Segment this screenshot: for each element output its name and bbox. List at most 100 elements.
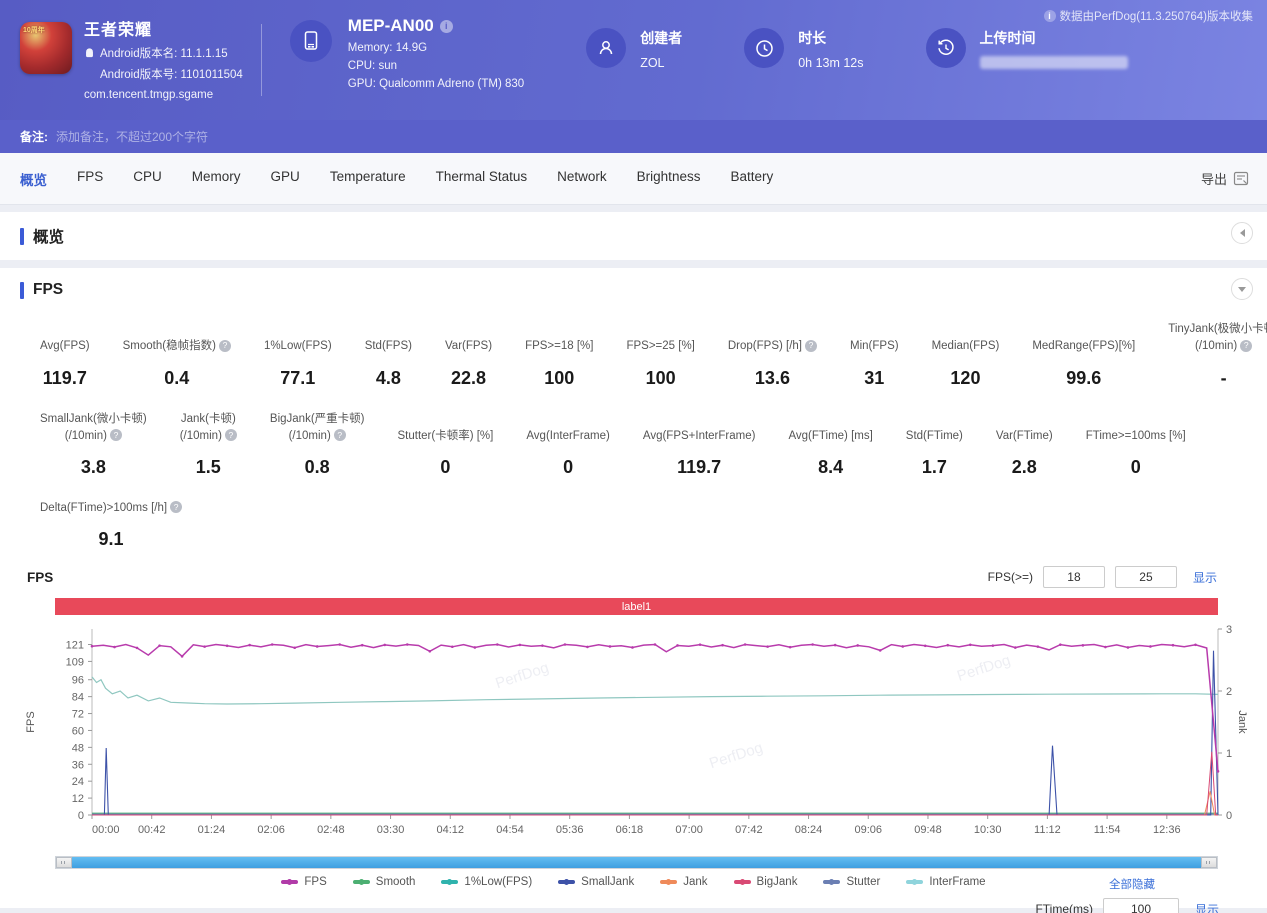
legend-item-InterFrame[interactable]: InterFrame: [906, 876, 985, 888]
tab-CPU[interactable]: CPU: [133, 169, 162, 189]
metric-value: 100: [646, 368, 676, 389]
help-icon[interactable]: ?: [1240, 340, 1252, 352]
svg-text:48: 48: [72, 743, 84, 755]
legend-label: FPS: [304, 876, 326, 888]
svg-text:72: 72: [72, 709, 84, 721]
help-icon[interactable]: ?: [219, 340, 231, 352]
metric: MedRange(FPS)[%]99.6: [1032, 338, 1135, 388]
tab-FPS[interactable]: FPS: [77, 169, 103, 189]
fps-metrics-row1: Avg(FPS)119.7Smooth(稳帧指数)?0.41%Low(FPS)7…: [0, 305, 1267, 389]
help-icon[interactable]: ?: [110, 429, 122, 441]
metric-value: 119.7: [677, 457, 721, 478]
android-icon: [84, 48, 95, 59]
metric-label: Median(FPS): [932, 338, 1000, 355]
svg-text:0: 0: [1226, 810, 1232, 822]
legend-item-BigJank[interactable]: BigJank: [734, 876, 798, 888]
tab-GPU[interactable]: GPU: [271, 169, 300, 189]
fps-threshold-input-1[interactable]: [1043, 566, 1105, 588]
svg-text:Jank: Jank: [1236, 711, 1247, 735]
metric-value: 77.1: [280, 368, 315, 389]
scrollbar-left-handle[interactable]: [56, 857, 72, 868]
tab-概览[interactable]: 概览: [20, 169, 47, 189]
metric-label: SmallJank(微小卡顿)(/10min)?: [40, 411, 147, 446]
app-badge: 10周年: [23, 25, 45, 35]
metric-label: Avg(InterFrame): [526, 428, 610, 445]
scrollbar-right-handle[interactable]: [1201, 857, 1217, 868]
legend-item-Jank[interactable]: Jank: [660, 876, 707, 888]
info-icon: i: [1044, 10, 1056, 22]
phone-icon: [290, 20, 332, 62]
metric-label: BigJank(严重卡顿)(/10min)?: [270, 411, 365, 446]
duration-clock-icon: [744, 28, 784, 68]
help-icon[interactable]: ?: [805, 340, 817, 352]
export-button[interactable]: 导出: [1201, 169, 1249, 188]
metric: Jank(卡顿)(/10min)?1.5: [180, 411, 237, 479]
tab-Memory[interactable]: Memory: [192, 169, 241, 189]
legend-item-1%Low(FPS)[interactable]: 1%Low(FPS): [441, 876, 532, 888]
legend-item-FPS[interactable]: FPS: [281, 876, 326, 888]
report-header: 10周年 王者荣耀 Android版本名: 11.1.1.15 Android版…: [0, 0, 1267, 120]
svg-text:07:00: 07:00: [675, 824, 703, 836]
hide-all-link[interactable]: 全部隐藏: [1109, 876, 1155, 892]
svg-text:11:54: 11:54: [1094, 824, 1121, 836]
creator-label: 创建者: [640, 28, 682, 48]
section-nav: 概览 FPS CPU Memory GPU Temperature Thermal Stat…: [0, 153, 1267, 205]
tab-Thermal Status[interactable]: Thermal Status: [436, 169, 528, 189]
svg-text:09:48: 09:48: [914, 824, 942, 836]
metric: 1%Low(FPS) 77.1: [264, 338, 332, 388]
legend-item-Smooth[interactable]: Smooth: [353, 876, 416, 888]
legend-label: Jank: [683, 876, 707, 888]
device-info-icon[interactable]: i: [440, 20, 453, 33]
metric: BigJank(严重卡顿)(/10min)?0.8: [270, 411, 365, 479]
fps-show-link[interactable]: 显示: [1193, 569, 1217, 586]
legend-label: SmallJank: [581, 876, 634, 888]
svg-text:09:06: 09:06: [854, 824, 882, 836]
tab-Temperature[interactable]: Temperature: [330, 169, 406, 189]
legend-item-SmallJank[interactable]: SmallJank: [558, 876, 634, 888]
metric-label: Avg(FTime) [ms]: [788, 428, 872, 445]
legend-swatch: [660, 880, 677, 884]
ftime-input[interactable]: [1103, 898, 1179, 913]
ftime-show-link[interactable]: 显示: [1195, 901, 1219, 913]
tab-Network[interactable]: Network: [557, 169, 607, 189]
svg-text:04:54: 04:54: [496, 824, 524, 836]
legend-swatch: [353, 880, 370, 884]
help-icon[interactable]: ?: [225, 429, 237, 441]
metric: Median(FPS)120: [932, 338, 1000, 388]
metric-label: MedRange(FPS)[%]: [1032, 338, 1135, 355]
creator-value: ZOL: [640, 56, 682, 70]
overview-section-title: 概览: [33, 225, 64, 247]
metric-value: 0: [440, 457, 450, 478]
metric-value: 1.5: [196, 457, 221, 478]
scrollbar-track[interactable]: [72, 857, 1201, 868]
fps-section-title: FPS: [33, 281, 63, 299]
svg-text:01:24: 01:24: [198, 824, 226, 836]
legend-swatch: [558, 880, 575, 884]
metric-value: 22.8: [451, 368, 486, 389]
metric-label: Avg(FPS): [40, 338, 90, 355]
fps-threshold-input-2[interactable]: [1115, 566, 1177, 588]
chevron-down-icon: [1238, 287, 1246, 292]
metric: SmallJank(微小卡顿)(/10min)?3.8: [40, 411, 147, 479]
chart-range-scrollbar[interactable]: [55, 856, 1218, 869]
metric-value: 1.7: [922, 457, 947, 478]
overview-collapse-button[interactable]: [1231, 222, 1253, 244]
metric-label: 1%Low(FPS): [264, 338, 332, 355]
tab-Brightness[interactable]: Brightness: [637, 169, 701, 189]
legend-item-Stutter[interactable]: Stutter: [823, 876, 880, 888]
export-label: 导出: [1201, 169, 1227, 188]
legend-label: BigJank: [757, 876, 798, 888]
help-icon[interactable]: ?: [170, 501, 182, 513]
tab-Battery[interactable]: Battery: [730, 169, 773, 189]
fps-chart[interactable]: PerfDogPerfDogPerfDog0122436486072849610…: [20, 617, 1247, 854]
help-icon[interactable]: ?: [334, 429, 346, 441]
device-cpu: CPU: sun: [348, 60, 524, 72]
metric: FPS>=18 [%]100: [525, 338, 593, 388]
metric: Smooth(稳帧指数)?0.4: [123, 338, 231, 388]
metric: Min(FPS)31: [850, 338, 899, 388]
remark-bar[interactable]: 备注: 添加备注，不超过200个字符: [0, 120, 1267, 153]
svg-text:1: 1: [1226, 748, 1232, 760]
fps-collapse-button[interactable]: [1231, 278, 1253, 300]
svg-text:24: 24: [72, 776, 84, 788]
metric: Avg(InterFrame)0: [526, 428, 610, 478]
